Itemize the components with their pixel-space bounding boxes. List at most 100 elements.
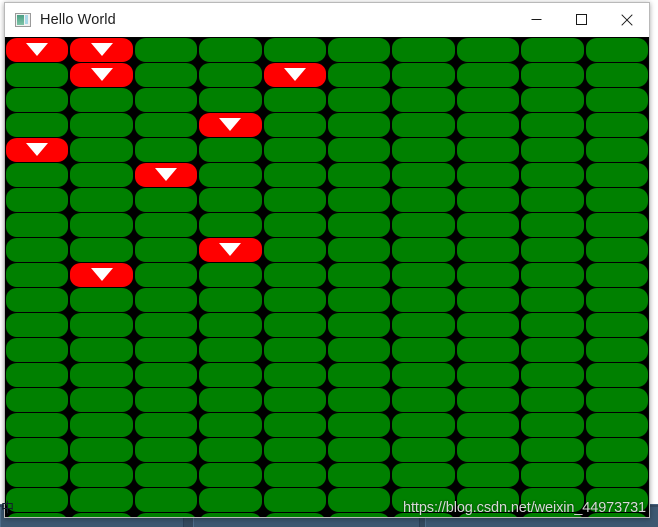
grid-cell[interactable] bbox=[521, 88, 584, 112]
grid-cell[interactable] bbox=[199, 138, 262, 162]
grid-cell[interactable] bbox=[70, 213, 133, 237]
grid-cell[interactable] bbox=[6, 88, 69, 112]
grid-cell[interactable] bbox=[6, 113, 69, 137]
grid-cell[interactable] bbox=[199, 313, 262, 337]
grid-cell[interactable] bbox=[521, 488, 584, 512]
grid-cell[interactable] bbox=[585, 238, 648, 262]
grid-cell[interactable] bbox=[585, 88, 648, 112]
grid-cell[interactable] bbox=[6, 338, 69, 362]
grid-cell[interactable] bbox=[392, 488, 455, 512]
grid-cell[interactable] bbox=[6, 263, 69, 287]
grid-cell[interactable] bbox=[521, 213, 584, 237]
grid-cell[interactable] bbox=[199, 413, 262, 437]
grid-cell[interactable] bbox=[6, 313, 69, 337]
grid-cell[interactable] bbox=[134, 88, 198, 112]
grid-cell[interactable] bbox=[392, 163, 455, 187]
grid-cell[interactable] bbox=[6, 38, 69, 62]
grid-cell[interactable] bbox=[70, 88, 133, 112]
grid-cell[interactable] bbox=[134, 438, 198, 462]
grid-cell[interactable] bbox=[134, 388, 198, 412]
grid-cell[interactable] bbox=[585, 513, 648, 517]
grid-cell[interactable] bbox=[70, 263, 133, 287]
grid-cell[interactable] bbox=[263, 163, 326, 187]
grid-cell[interactable] bbox=[521, 388, 584, 412]
grid-cell[interactable] bbox=[392, 113, 455, 137]
grid-cell[interactable] bbox=[263, 513, 326, 517]
grid-cell[interactable] bbox=[263, 213, 326, 237]
grid-cell[interactable] bbox=[134, 263, 198, 287]
grid-cell[interactable] bbox=[521, 238, 584, 262]
grid-cell[interactable] bbox=[134, 238, 198, 262]
grid-cell[interactable] bbox=[70, 188, 133, 212]
grid-cell[interactable] bbox=[70, 163, 133, 187]
grid-cell[interactable] bbox=[328, 388, 391, 412]
grid-cell[interactable] bbox=[392, 188, 455, 212]
grid-cell[interactable] bbox=[199, 188, 262, 212]
grid-cell[interactable] bbox=[199, 363, 262, 387]
grid-cell[interactable] bbox=[6, 163, 69, 187]
grid-cell[interactable] bbox=[134, 188, 198, 212]
grid-cell[interactable] bbox=[585, 463, 648, 487]
grid-cell[interactable] bbox=[263, 138, 326, 162]
grid-cell[interactable] bbox=[456, 313, 520, 337]
grid-cell[interactable] bbox=[6, 363, 69, 387]
grid-cell[interactable] bbox=[456, 463, 520, 487]
grid-cell[interactable] bbox=[392, 263, 455, 287]
grid-cell[interactable] bbox=[70, 63, 133, 87]
grid-cell[interactable] bbox=[263, 188, 326, 212]
grid-cell[interactable] bbox=[70, 238, 133, 262]
grid-cell[interactable] bbox=[392, 513, 455, 517]
grid-cell[interactable] bbox=[521, 338, 584, 362]
grid-cell[interactable] bbox=[263, 488, 326, 512]
grid-cell[interactable] bbox=[585, 363, 648, 387]
grid-cell[interactable] bbox=[521, 63, 584, 87]
grid-cell[interactable] bbox=[392, 313, 455, 337]
grid-cell[interactable] bbox=[392, 463, 455, 487]
grid-cell[interactable] bbox=[134, 338, 198, 362]
grid-cell[interactable] bbox=[70, 513, 133, 517]
grid-cell[interactable] bbox=[263, 38, 326, 62]
close-button[interactable] bbox=[604, 3, 649, 37]
grid-cell[interactable] bbox=[328, 488, 391, 512]
grid-cell[interactable] bbox=[199, 163, 262, 187]
maximize-button[interactable] bbox=[559, 3, 604, 37]
grid-cell[interactable] bbox=[6, 288, 69, 312]
grid-cell[interactable] bbox=[328, 413, 391, 437]
grid-cell[interactable] bbox=[585, 288, 648, 312]
grid-cell[interactable] bbox=[456, 38, 520, 62]
grid-cell[interactable] bbox=[456, 213, 520, 237]
grid-cell[interactable] bbox=[585, 388, 648, 412]
grid-cell[interactable] bbox=[6, 388, 69, 412]
grid-cell[interactable] bbox=[263, 388, 326, 412]
grid-cell[interactable] bbox=[199, 438, 262, 462]
grid-cell[interactable] bbox=[328, 288, 391, 312]
grid-cell[interactable] bbox=[456, 138, 520, 162]
grid-cell[interactable] bbox=[328, 313, 391, 337]
grid-cell[interactable] bbox=[134, 138, 198, 162]
grid-cell[interactable] bbox=[199, 338, 262, 362]
grid-cell[interactable] bbox=[456, 438, 520, 462]
grid-cell[interactable] bbox=[6, 238, 69, 262]
grid-cell[interactable] bbox=[263, 113, 326, 137]
grid-cell[interactable] bbox=[328, 113, 391, 137]
grid-cell[interactable] bbox=[70, 313, 133, 337]
grid-cell[interactable] bbox=[521, 188, 584, 212]
grid-cell[interactable] bbox=[392, 63, 455, 87]
grid-cell[interactable] bbox=[199, 88, 262, 112]
grid-cell[interactable] bbox=[456, 288, 520, 312]
grid-cell[interactable] bbox=[585, 488, 648, 512]
grid-cell[interactable] bbox=[70, 38, 133, 62]
grid-cell[interactable] bbox=[456, 388, 520, 412]
grid-cell[interactable] bbox=[199, 263, 262, 287]
grid-cell[interactable] bbox=[70, 288, 133, 312]
grid-cell[interactable] bbox=[456, 488, 520, 512]
grid-cell[interactable] bbox=[199, 63, 262, 87]
grid-cell[interactable] bbox=[328, 163, 391, 187]
grid-cell[interactable] bbox=[6, 463, 69, 487]
grid-cell[interactable] bbox=[521, 438, 584, 462]
grid-cell[interactable] bbox=[456, 188, 520, 212]
grid-cell[interactable] bbox=[199, 213, 262, 237]
grid-cell[interactable] bbox=[456, 413, 520, 437]
title-bar[interactable]: Hello World bbox=[5, 3, 649, 37]
grid-cell[interactable] bbox=[585, 438, 648, 462]
